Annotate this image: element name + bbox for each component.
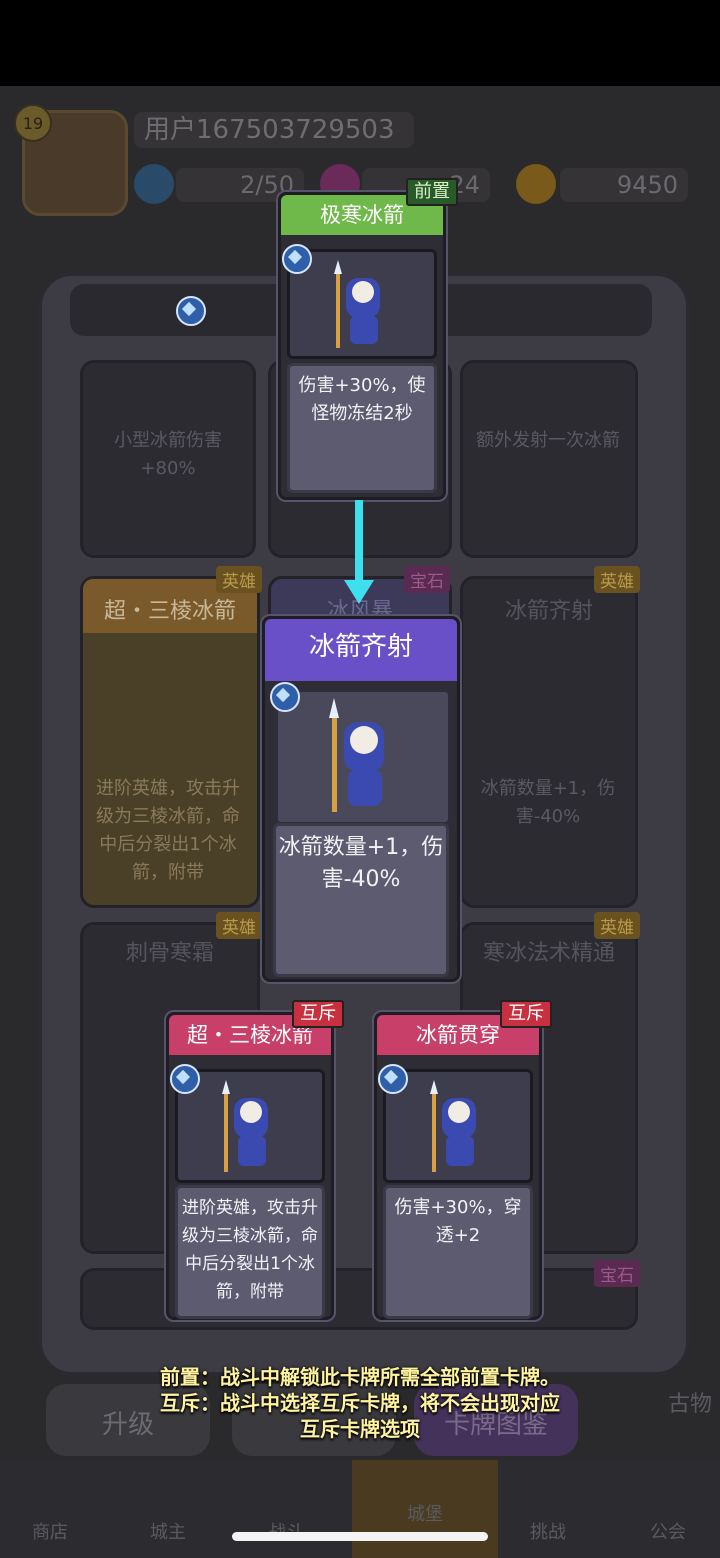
hero-tag: 英雄 <box>216 566 262 593</box>
nav-shop[interactable]: 商店 <box>10 1518 90 1544</box>
ice-maiden-portrait <box>275 689 451 825</box>
gem-tag: 宝石 <box>594 1260 640 1287</box>
card-small-ice-arrow[interactable]: 小型冰箭伤害+80% <box>80 360 256 558</box>
card-row-4[interactable] <box>80 1268 638 1330</box>
card-title: 刺骨寒霜 <box>125 941 214 966</box>
card-title: 冰箭齐射 <box>504 599 593 624</box>
card-desc: 伤害+30%，穿透+2 <box>383 1185 533 1319</box>
prereq-card[interactable]: 极寒冰箭 伤害+30%，使怪物冻结2秒 <box>278 192 446 500</box>
card-desc: 进阶英雄，攻击升级为三棱冰箭，命中后分裂出1个冰箭，附带 <box>96 778 240 883</box>
selected-card[interactable]: 冰箭齐射 冰箭数量+1，伤害-40% <box>262 616 460 982</box>
nav-lord[interactable]: 城主 <box>128 1518 208 1544</box>
username: 用户167503729503 <box>134 112 414 148</box>
ice-maiden-figure <box>430 1080 476 1172</box>
nav-guild[interactable]: 公会 <box>628 1518 708 1544</box>
card-extra-shot[interactable]: 额外发射一次冰箭 <box>460 360 638 558</box>
ice-element-icon <box>378 1064 408 1094</box>
exclusive-card-tri-ice-arrow[interactable]: 超・三棱冰箭 进阶英雄，攻击升级为三棱冰箭，命中后分裂出1个冰箭，附带 <box>166 1012 334 1320</box>
status-bar <box>0 0 720 86</box>
card-ice-volley-locked[interactable]: 冰箭齐射 冰箭数量+1，伤害-40% <box>460 576 638 908</box>
player-level-badge: 19 <box>14 104 52 142</box>
ice-maiden-figure <box>222 1080 268 1172</box>
exclusive-badge: 互斥 <box>500 1000 552 1028</box>
nav-challenge[interactable]: 挑战 <box>508 1518 588 1544</box>
card-desc: 额外发射一次冰箭 <box>476 430 620 451</box>
card-title: 冰箭齐射 <box>265 619 457 681</box>
legend-exclusive-cont: 互斥卡牌选项 <box>300 1417 420 1441</box>
ice-element-icon <box>170 1064 200 1094</box>
ice-maiden-figure <box>329 698 384 812</box>
legend-exclusive: 互斥：战斗中选择互斥卡牌，将不会出现对应 <box>160 1391 560 1415</box>
ice-maiden-figure <box>334 260 380 348</box>
arrow-down-icon <box>344 580 374 604</box>
card-title: 超・三棱冰箭 <box>103 599 236 624</box>
side-tab-label[interactable]: 古物 <box>668 1386 712 1418</box>
prereq-badge: 前置 <box>406 178 458 206</box>
ice-element-icon <box>176 296 206 326</box>
hero-tag: 英雄 <box>594 912 640 939</box>
card-title: 寒冰法术精通 <box>482 941 615 966</box>
nav-castle[interactable]: 城堡 <box>385 1500 465 1526</box>
card-desc: 进阶英雄，攻击升级为三棱冰箭，命中后分裂出1个冰箭，附带 <box>175 1185 325 1319</box>
legend-prereq: 前置：战斗中解锁此卡牌所需全部前置卡牌。 <box>160 1365 560 1389</box>
arrow-shaft <box>355 500 363 590</box>
card-desc: 小型冰箭伤害+80% <box>114 430 222 479</box>
hero-tag: 英雄 <box>594 566 640 593</box>
hero-tag: 英雄 <box>216 912 262 939</box>
card-desc: 伤害+30%，使怪物冻结2秒 <box>287 363 437 493</box>
exclusive-card-ice-pierce[interactable]: 冰箭贯穿 伤害+30%，穿透+2 <box>374 1012 542 1320</box>
gem-tag: 宝石 <box>404 566 450 593</box>
card-desc: 冰箭数量+1，伤害-40% <box>273 823 449 977</box>
gold-count: 9450 <box>560 168 688 202</box>
gold-icon <box>516 164 556 204</box>
ice-element-icon <box>282 244 312 274</box>
exclusive-badge: 互斥 <box>292 1000 344 1028</box>
energy-icon <box>134 164 174 204</box>
home-indicator[interactable] <box>232 1532 488 1541</box>
card-desc: 冰箭数量+1，伤害-40% <box>480 778 616 827</box>
card-tri-ice-arrow[interactable]: 超・三棱冰箭 进阶英雄，攻击升级为三棱冰箭，命中后分裂出1个冰箭，附带 <box>80 576 260 908</box>
ice-element-icon <box>270 682 300 712</box>
